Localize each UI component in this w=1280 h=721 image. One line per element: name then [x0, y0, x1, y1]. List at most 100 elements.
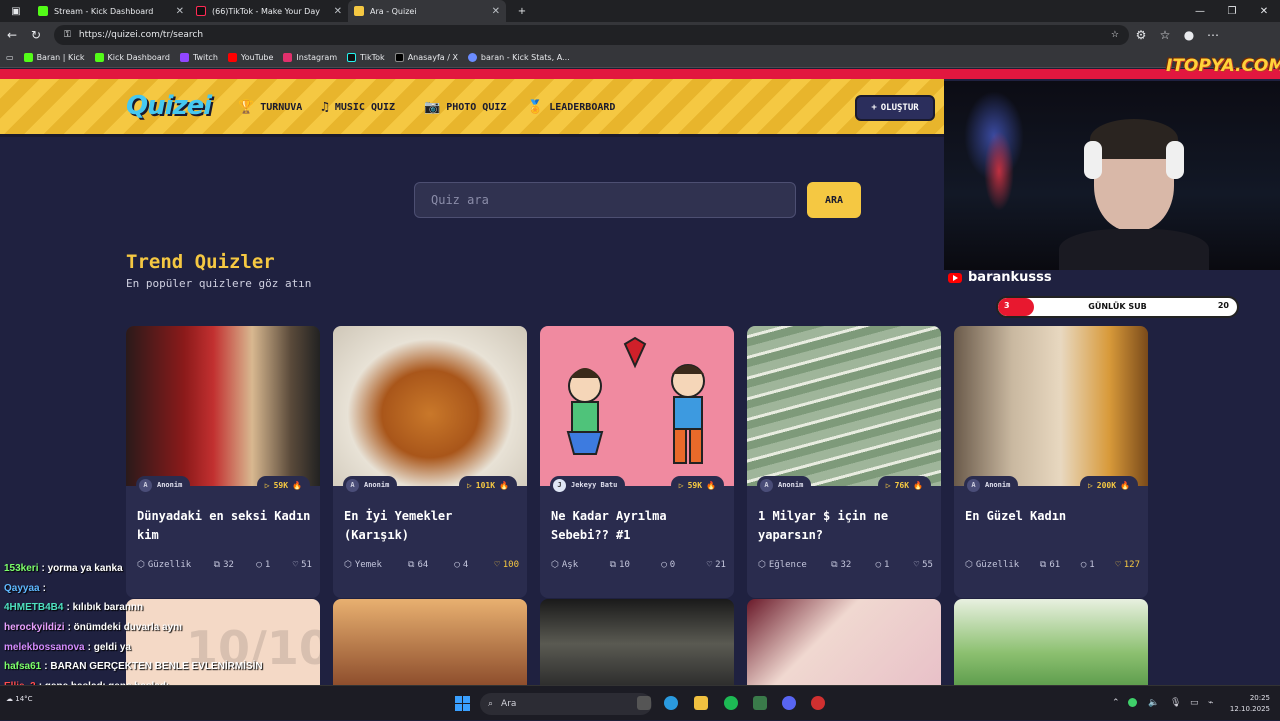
maximize-icon[interactable]: ❐ — [1216, 6, 1248, 17]
nav-photo-quiz[interactable]: 📷 PHOTO QUIZ — [424, 100, 506, 115]
chat-username[interactable]: Qayyaa — [4, 583, 40, 594]
chat-text: : önümdeki duvarla aynı — [67, 622, 183, 634]
twitch-icon — [179, 53, 189, 62]
comment-count: ◯ 1 — [1081, 560, 1095, 570]
close-icon[interactable]: ✕ — [176, 6, 184, 17]
avatar: J — [553, 478, 566, 492]
app-icon[interactable] — [753, 696, 767, 710]
quiz-search-input[interactable] — [414, 182, 796, 218]
tab-quizei[interactable]: Ara - Quizei ✕ — [348, 0, 506, 22]
quiz-title: 1 Milyar $ için ne yaparsın? — [758, 509, 889, 542]
chat-username[interactable]: herockyildizi — [4, 622, 65, 633]
nav-leaderboard[interactable]: 🏅 LEADERBOARD — [527, 100, 615, 115]
bookmark-kick-dashboard[interactable]: Kick Dashboard — [94, 53, 170, 62]
app-icon[interactable] — [811, 696, 825, 710]
bookmark-twitch[interactable]: Twitch — [179, 53, 218, 62]
close-icon[interactable]: ✕ — [492, 6, 500, 17]
start-icon[interactable] — [455, 696, 470, 711]
tag-icon: ⬡ — [551, 560, 559, 570]
fire-icon: 🔥 — [292, 480, 302, 490]
chat-username[interactable]: 4HMETB4B4 — [4, 602, 63, 613]
discord-icon[interactable] — [782, 696, 796, 710]
avatar: A — [346, 478, 359, 492]
like-value: 100 — [502, 560, 519, 570]
avatar: A — [139, 478, 152, 492]
like-count[interactable]: ♡ 21 — [707, 560, 726, 570]
sponsor-logo: ITOPYA.COM — [1166, 56, 1280, 76]
favorites-icon[interactable]: ☆ — [1153, 28, 1177, 42]
reload-icon[interactable]: ↻ — [24, 28, 48, 42]
tab-kick-dashboard[interactable]: Stream - Kick Dashboard ✕ — [32, 0, 190, 22]
avatar: A — [760, 478, 773, 492]
taskbar-clock[interactable]: 20:25 12.10.2025 — [1222, 693, 1270, 715]
taskbar-search[interactable]: ⌕ Ara — [480, 693, 652, 715]
comment-value: 1 — [1089, 560, 1095, 570]
chevron-up-icon[interactable]: ⌃ — [1112, 698, 1120, 708]
like-count[interactable]: ♡ 100 — [494, 560, 519, 570]
weather-icon: ☁ — [6, 695, 16, 703]
quiz-card[interactable]: A Anonim ▷ 101K 🔥 En İyi Yemekler (Karışık)… — [333, 326, 527, 598]
youtube-icon — [227, 53, 237, 62]
chat-username[interactable]: 153keri — [4, 563, 38, 574]
microphone-icon[interactable]: 🎙 — [1170, 698, 1181, 708]
comment-count: ◯ 4 — [454, 560, 468, 570]
close-window-icon[interactable]: ✕ — [1248, 6, 1280, 17]
speaker-icon[interactable]: 🔈 — [1148, 698, 1159, 708]
plays-badge: ▷ 101K 🔥 — [458, 476, 517, 494]
bookmark-label: Baran | Kick — [36, 53, 85, 62]
edge-icon[interactable] — [664, 696, 678, 710]
status-icon[interactable] — [1128, 698, 1137, 707]
new-tab-icon[interactable]: + — [506, 6, 538, 17]
close-icon[interactable]: ✕ — [334, 6, 342, 17]
tab-title: Stream - Kick Dashboard — [54, 6, 154, 16]
profile-icon[interactable]: ● — [1177, 28, 1201, 42]
quiz-card[interactable] — [540, 599, 734, 685]
nav-music-quiz[interactable]: ♫ MUSIC QUIZ — [321, 100, 395, 115]
like-count[interactable]: ♡ 127 — [1115, 560, 1140, 570]
chat-text: : yorma ya kanka — [41, 563, 123, 574]
extensions-icon[interactable]: ⚙ — [1129, 28, 1153, 42]
search-button[interactable]: ARA — [807, 182, 861, 218]
site-logo[interactable]: Quizei — [126, 91, 212, 121]
bookmark-x[interactable]: Anasayfa / X — [394, 53, 458, 62]
quiz-card[interactable] — [333, 599, 527, 685]
quiz-card[interactable] — [954, 599, 1148, 685]
quiz-card[interactable]: J Jekeyy Batu ▷ 59K 🔥 Ne Kadar Ayrılma Sebe… — [540, 326, 734, 598]
create-button[interactable]: + OLUŞTUR — [855, 95, 935, 121]
menu-icon[interactable]: ⋯ — [1201, 28, 1225, 42]
quiz-card[interactable] — [747, 599, 941, 685]
like-count[interactable]: ♡ 55 — [914, 560, 933, 570]
minimize-icon[interactable]: — — [1184, 6, 1216, 17]
tab-tiktok[interactable]: (66)TikTok - Make Your Day ✕ — [190, 0, 348, 22]
bookmark-tiktok[interactable]: TikTok — [347, 53, 385, 62]
quiz-card[interactable]: A Anonim ▷ 76K 🔥 1 Milyar $ için ne yaparsı… — [747, 326, 941, 598]
task-view-icon[interactable] — [637, 696, 651, 710]
quiz-thumbnail — [954, 326, 1148, 486]
reading-list-icon[interactable]: ▭ — [6, 53, 14, 62]
bookmark-youtube[interactable]: YouTube — [227, 53, 273, 62]
spotify-icon[interactable] — [724, 696, 738, 710]
star-icon[interactable]: ☆ — [1111, 30, 1119, 40]
camera-icon: 📷 — [424, 100, 441, 115]
url-field[interactable]: ⚿ https://quizei.com/tr/search ☆ — [54, 25, 1129, 45]
quiz-card[interactable]: A Anonim ▷ 59K 🔥 Dünyadaki en seksi Kadın k… — [126, 326, 320, 598]
chat-username[interactable]: hafsa61 — [4, 661, 41, 672]
quiz-card[interactable]: A Anonim ▷ 200K 🔥 En Güzel Kadın ⬡ Güzellik … — [954, 326, 1148, 598]
bookmark-baran-kick[interactable]: Baran | Kick — [23, 53, 85, 62]
display-icon[interactable]: ▭ — [1190, 698, 1199, 708]
category-label: Güzellik — [975, 560, 1020, 570]
network-icon[interactable]: ⌁ — [1208, 698, 1213, 708]
file-explorer-icon[interactable] — [694, 696, 708, 710]
bookmarks-bar: ▭ Baran | Kick Kick Dashboard Twitch You… — [0, 48, 1280, 68]
sidebar-toggle-icon[interactable]: ▣ — [0, 6, 32, 17]
weather-temp: 14°C — [15, 695, 33, 703]
bookmark-kick-stats[interactable]: baran - Kick Stats, A... — [467, 53, 570, 62]
nav-tournament[interactable]: 🏆 TURNUVA — [238, 100, 302, 115]
category: ⬡ Eğlence — [758, 560, 807, 570]
bookmark-instagram[interactable]: Instagram — [283, 53, 337, 62]
back-icon[interactable]: ← — [0, 28, 24, 42]
trophy-icon: 🏆 — [238, 100, 255, 115]
chat-username[interactable]: melekbossanova — [4, 642, 85, 653]
bookmark-label: baran - Kick Stats, A... — [480, 53, 570, 62]
weather-widget[interactable]: ☁ 14°C — [6, 695, 33, 703]
